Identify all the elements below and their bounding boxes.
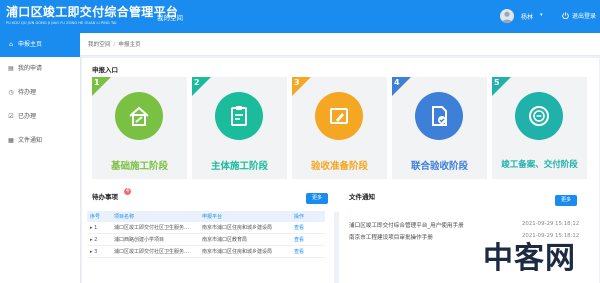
home-icon: ⌂: [9, 41, 13, 48]
stage-circle: [515, 92, 563, 140]
todo-panel: 待办事项 4 更多 序号 项目名称 申报平台 操作 ▸ 1 浦口区竣工即交付社区…: [82, 185, 334, 283]
stage-label: 验收准备阶段: [310, 161, 368, 172]
stage-card-2[interactable]: 2 主体施工阶段: [192, 77, 287, 179]
house-wrench-icon: [129, 106, 149, 126]
check-icon: ☑: [8, 113, 14, 120]
sidebar-item-label: 已办理: [18, 113, 37, 120]
stage-number: 4: [394, 78, 400, 87]
row-index: ▸ 2: [87, 233, 111, 246]
sidebar-item-pending[interactable]: ◷ 待办理: [0, 81, 80, 105]
column-header: 操作: [291, 211, 325, 222]
row-view-link[interactable]: 查看: [291, 245, 325, 258]
stage-card-4[interactable]: 4 联合验收阶段: [392, 77, 487, 179]
document-check-icon: [432, 106, 447, 126]
sidebar-item-notices[interactable]: ▦ 文件通知: [0, 129, 80, 153]
breadcrumb-item-home: 申报主页: [118, 42, 141, 48]
notices-title: 文件通知: [349, 193, 375, 201]
stage-number: 3: [294, 78, 300, 87]
nav-my-space[interactable]: 我的空间: [157, 12, 183, 22]
table-row: ▸ 3 浦口区竣工即交付社区卫生服务… 南京市浦口区住房和城乡建设局 查看: [87, 245, 325, 258]
notice-icon: ▦: [8, 137, 14, 144]
row-project-name: 浦口区竣工即交付社区卫生服务…: [111, 222, 199, 234]
notices-more-button[interactable]: 更多: [555, 195, 577, 206]
breadcrumb-separator: /: [113, 42, 116, 48]
username[interactable]: 杨林: [521, 12, 533, 21]
logout-button[interactable]: 退出登录: [562, 11, 596, 20]
row-platform: 南京市浦口区教育局: [199, 233, 291, 246]
breadcrumb-bar: 我的空间 / 申报主页: [80, 33, 600, 56]
stage-number: 5: [494, 78, 500, 87]
stage-number: 1: [94, 78, 100, 87]
row-index: ▸ 3: [87, 245, 111, 258]
sidebar-item-label: 我的申请: [18, 65, 43, 72]
row-index-value: 1: [94, 224, 98, 231]
todo-title: 待办事项: [92, 193, 118, 201]
sidebar-item-label: 待办理: [18, 89, 37, 96]
brand: 浦口区竣工即交付综合管理平台 PU KOU QU JUN GONG JI JIA…: [6, 3, 178, 25]
notice-item[interactable]: 南京市工程建设项目审批操作手册: [349, 233, 433, 241]
row-index: ▸ 1: [87, 222, 111, 234]
stage-label: 主体施工阶段: [210, 161, 268, 172]
app-title-pinyin: PU KOU QU JUN GONG JI JIAO FU ZONG HE GU…: [6, 21, 117, 25]
watermark: 中客网: [483, 233, 591, 277]
row-project-name: 浦口区竣工即交付社区卫生服务…: [111, 245, 199, 258]
stage-label: 竣工备案、交付阶段: [501, 160, 578, 170]
row-index-value: 2: [94, 236, 98, 243]
row-view-link[interactable]: 查看: [291, 233, 325, 246]
row-platform: 南京市浦口区住房和城乡建设局: [199, 222, 291, 234]
todo-more-button[interactable]: 更多: [306, 193, 328, 204]
seal-icon: [529, 106, 549, 126]
logout-label: 退出登录: [572, 13, 597, 20]
power-icon: [562, 12, 569, 20]
notice-item[interactable]: 浦口区竣工即交付综合管理平台_用户使用手册: [349, 221, 464, 229]
entry-title: 申报入口: [92, 66, 118, 74]
stage-card-5[interactable]: 5 竣工备案、交付阶段: [492, 77, 587, 179]
table-header-row: 序号 项目名称 申报平台 操作: [87, 211, 325, 222]
clipboard-tools-icon: [231, 106, 247, 126]
stage-circle: [215, 92, 263, 140]
stage-card-1[interactable]: 1 基础施工阶段: [92, 77, 187, 179]
avatar[interactable]: [500, 9, 514, 23]
clock-icon: ◷: [8, 89, 14, 96]
watermark-text: 中客网: [483, 241, 576, 276]
todo-count-badge: 4: [124, 188, 131, 195]
row-index-value: 3: [94, 248, 98, 255]
stage-card-3[interactable]: 3 验收准备阶段: [292, 77, 387, 179]
user-avatar-icon: [501, 11, 513, 23]
todo-table: 序号 项目名称 申报平台 操作 ▸ 1 浦口区竣工即交付社区卫生服务… 南京市浦…: [87, 211, 325, 258]
table-row: ▸ 1 浦口区竣工即交付社区卫生服务… 南京市浦口区住房和城乡建设局 查看: [87, 222, 325, 234]
row-platform: 南京市浦口区住房和城乡建设局: [199, 245, 291, 258]
notice-date: 2021-09-29 15:18:12: [522, 221, 580, 227]
stage-circle: [415, 92, 463, 140]
stage-number: 2: [194, 78, 200, 87]
column-header: 申报平台: [199, 211, 291, 222]
table-row: ▸ 2 浦口西路创建小学项目 南京市浦口区教育局 查看: [87, 233, 325, 246]
stage-label: 基础施工阶段: [110, 161, 168, 172]
column-header: 序号: [87, 211, 111, 222]
stage-circle: [115, 92, 163, 140]
sidebar-item-my-applications[interactable]: ▤ 我的申请: [0, 57, 80, 81]
app-title: 浦口区竣工即交付综合管理平台: [6, 5, 179, 19]
sidebar-item-completed[interactable]: ☑ 已办理: [0, 105, 80, 129]
document-icon: ▤: [8, 65, 14, 72]
edit-card-icon: [330, 108, 348, 124]
breadcrumb: 我的空间 / 申报主页: [88, 40, 141, 48]
sidebar-item-label: 申报主页: [18, 41, 43, 48]
row-project-name: 浦口西路创建小学项目: [111, 233, 199, 246]
stage-label: 联合验收阶段: [410, 161, 468, 172]
column-header: 项目名称: [111, 211, 199, 222]
stage-circle: [315, 92, 363, 140]
sidebar-item-label: 文件通知: [18, 137, 43, 144]
breadcrumb-item-my-space[interactable]: 我的空间: [88, 42, 110, 48]
sidebar-item-home[interactable]: ⌂ 申报主页: [0, 33, 80, 57]
row-view-link[interactable]: 查看: [291, 222, 325, 234]
chevron-down-icon[interactable]: ▾: [540, 12, 543, 18]
sidebar: ⌂ 申报主页 ▤ 我的申请 ◷ 待办理 ☑ 已办理 ▦ 文件通知: [0, 33, 81, 283]
top-bar: 浦口区竣工即交付综合管理平台 PU KOU QU JUN GONG JI JIA…: [0, 0, 600, 33]
